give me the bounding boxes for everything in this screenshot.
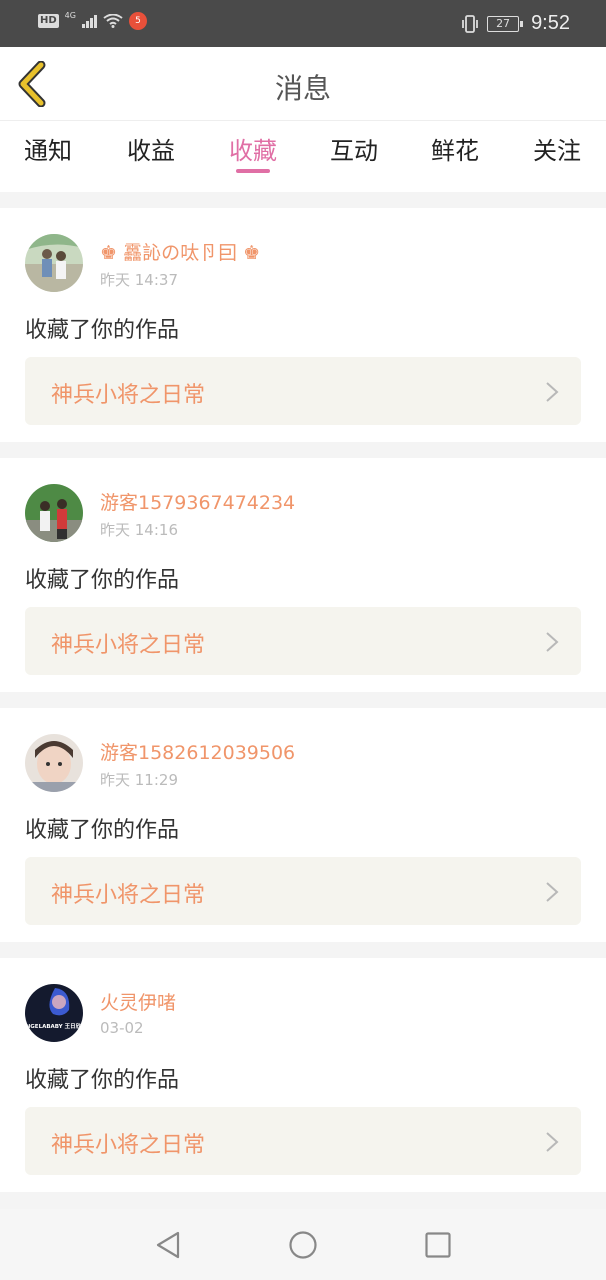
work-title: 神兵小将之日常	[51, 383, 206, 408]
username[interactable]: ♚ 靐訫の呔卪囙 ♚	[100, 238, 260, 265]
work-link[interactable]: 神兵小将之日常	[25, 357, 581, 425]
avatar[interactable]	[25, 484, 83, 542]
tab-bar: 通知 收益 收藏 互动 鲜花 关注	[0, 121, 606, 192]
username[interactable]: 游客1579367474234	[100, 488, 295, 515]
timestamp: 昨天 14:16	[100, 521, 178, 539]
timestamp: 昨天 11:29	[100, 771, 178, 789]
work-link[interactable]: 神兵小将之日常	[25, 857, 581, 925]
action-text: 收藏了你的作品	[25, 1068, 180, 1093]
nav-back-icon[interactable]	[152, 1229, 184, 1261]
network-type: 4G	[64, 10, 76, 20]
timestamp: 03-02	[100, 1019, 144, 1037]
tab-notifications[interactable]: 通知	[24, 131, 72, 166]
work-link[interactable]: 神兵小将之日常	[25, 607, 581, 675]
tab-favorites[interactable]: 收藏	[229, 131, 277, 166]
work-title: 神兵小将之日常	[51, 1133, 206, 1158]
message-card: ♚ 靐訫の呔卪囙 ♚ 昨天 14:37 收藏了你的作品 神兵小将之日常	[0, 208, 606, 442]
work-link[interactable]: 神兵小将之日常	[25, 1107, 581, 1175]
avatar[interactable]: ANGELABABY 王日欣乐	[25, 984, 83, 1042]
nav-home-icon[interactable]	[287, 1229, 319, 1261]
tab-earnings[interactable]: 收益	[127, 131, 175, 166]
message-card: 游客1579367474234 昨天 14:16 收藏了你的作品 神兵小将之日常	[0, 458, 606, 692]
chevron-right-icon	[546, 632, 559, 652]
avatar[interactable]	[25, 734, 83, 792]
action-text: 收藏了你的作品	[25, 568, 180, 593]
battery-icon: 27	[487, 15, 524, 32]
page-title: 消息	[274, 72, 331, 105]
status-right: 27 9:52	[461, 12, 570, 35]
wifi-icon	[103, 14, 123, 28]
chevron-right-icon	[546, 1132, 559, 1152]
work-title: 神兵小将之日常	[51, 883, 206, 908]
action-text: 收藏了你的作品	[25, 818, 180, 843]
message-card: ANGELABABY 王日欣乐 火灵伊啫 03-02 收藏了你的作品 神兵小将之…	[0, 958, 606, 1192]
active-tab-indicator	[236, 169, 270, 173]
signal-icon	[81, 14, 97, 28]
app-header: 消息	[0, 47, 606, 121]
avatar-text: ANGELABABY 王日欣乐	[25, 1022, 83, 1030]
clock: 9:52	[531, 12, 570, 34]
avatar[interactable]	[25, 234, 83, 292]
chevron-right-icon	[546, 382, 559, 402]
work-title: 神兵小将之日常	[51, 633, 206, 658]
tab-following[interactable]: 关注	[533, 131, 581, 166]
app-notification-icon: 5	[128, 12, 147, 30]
tab-flowers[interactable]: 鲜花	[431, 131, 479, 166]
nav-recents-icon[interactable]	[422, 1229, 454, 1261]
username[interactable]: 火灵伊啫	[100, 988, 176, 1015]
hd-indicator: HD	[38, 14, 59, 28]
timestamp: 昨天 14:37	[100, 271, 178, 289]
message-card: 游客1582612039506 昨天 11:29 收藏了你的作品 神兵小将之日常	[0, 708, 606, 942]
system-nav-bar	[0, 1209, 606, 1280]
tab-interactions[interactable]: 互动	[330, 131, 378, 166]
status-bar: HD 4G 5 27 9:52	[0, 0, 606, 47]
vibrate-icon	[462, 14, 478, 33]
chevron-right-icon	[546, 882, 559, 902]
action-text: 收藏了你的作品	[25, 318, 180, 343]
username[interactable]: 游客1582612039506	[100, 738, 295, 765]
status-left: HD 4G 5	[38, 10, 147, 30]
